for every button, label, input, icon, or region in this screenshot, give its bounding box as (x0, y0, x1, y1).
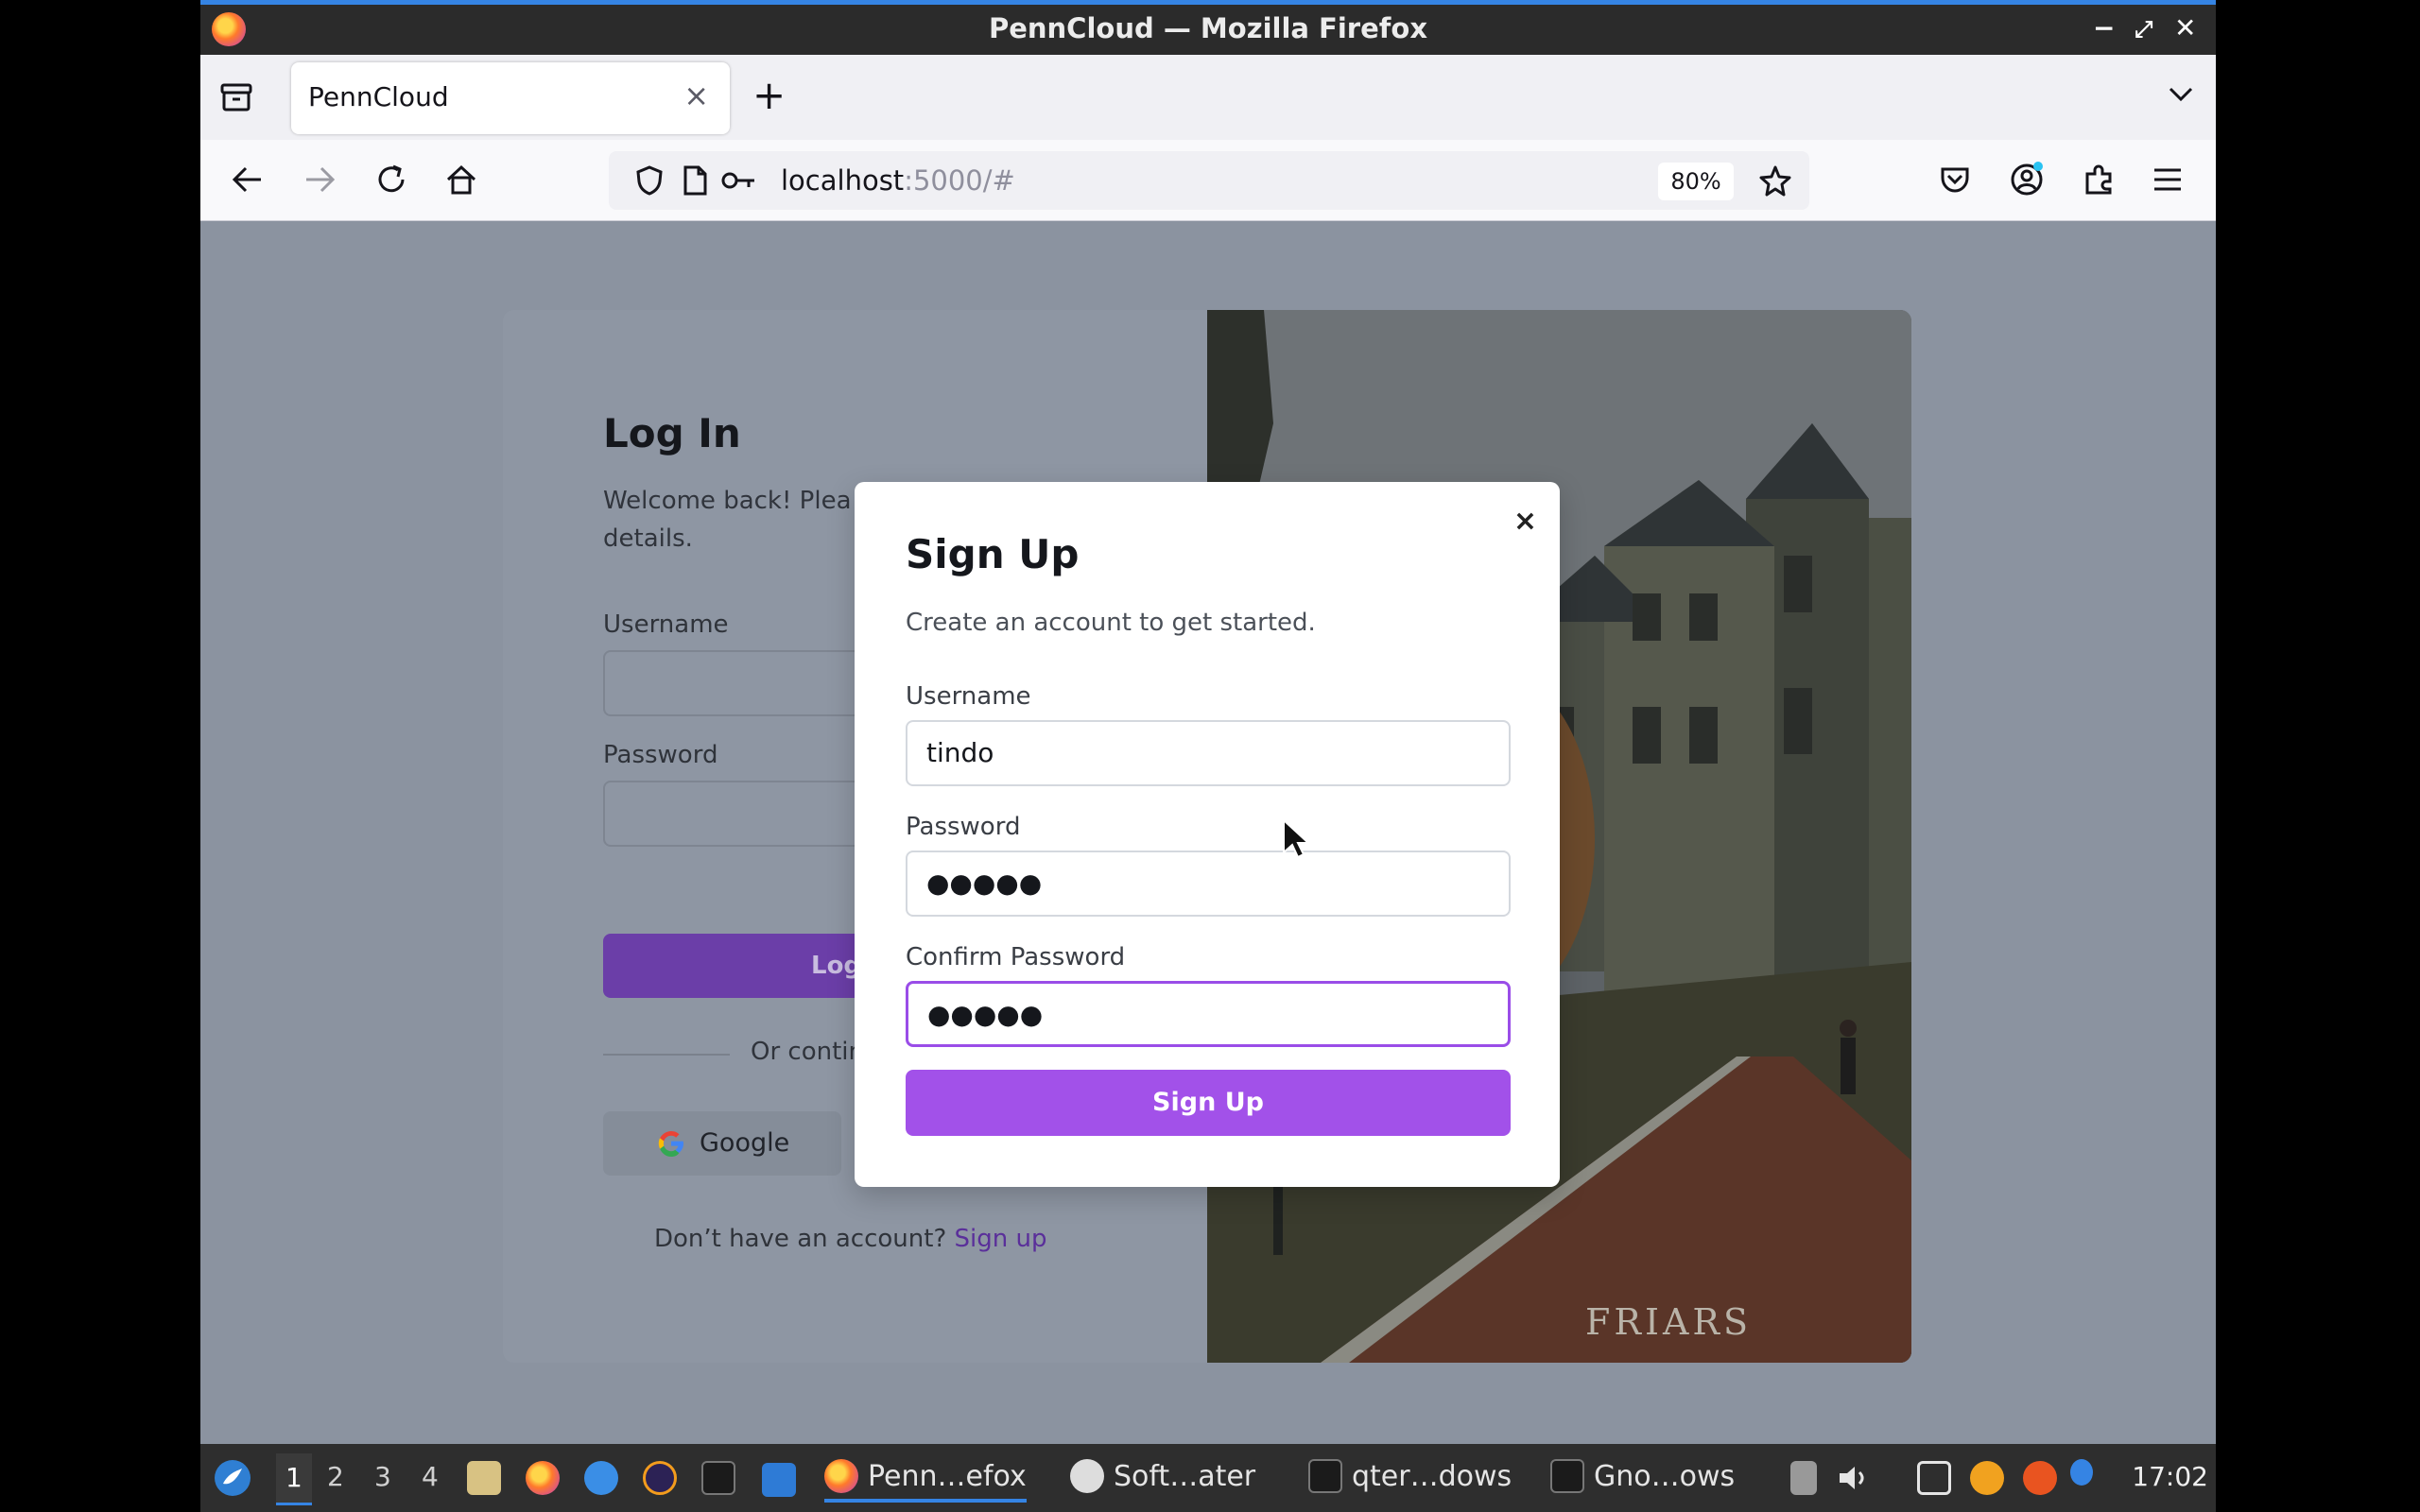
new-tab-button[interactable]: + (752, 72, 786, 118)
navigation-bar: localhost:5000/# 80% (200, 140, 2216, 221)
start-menu-icon[interactable] (212, 1457, 253, 1499)
firefox-window-icon (824, 1459, 858, 1493)
taskbar-window-label: Gno…ows (1594, 1459, 1736, 1493)
eclipse-icon[interactable] (643, 1461, 677, 1495)
updater-window-icon (1070, 1459, 1104, 1493)
notification-icon[interactable] (2070, 1459, 2093, 1486)
screen: PennCloud — Mozilla Firefox − ⤢ ✕ PennCl… (200, 0, 2216, 1512)
workspace-4[interactable]: 4 (422, 1461, 439, 1492)
file-manager-icon[interactable] (467, 1461, 501, 1495)
modal-subtitle: Create an account to get started. (906, 609, 1316, 637)
close-window-button[interactable]: ✕ (2174, 12, 2196, 43)
login-subtitle-line1: Welcome back! Plea (603, 487, 852, 515)
firefox-launcher-icon[interactable] (526, 1461, 560, 1495)
qterminal-window-icon (1308, 1459, 1342, 1493)
taskbar-window-label: Penn…efox (868, 1459, 1027, 1493)
url-path: :5000/# (904, 164, 1015, 197)
tab-close-icon[interactable]: × (683, 77, 709, 113)
url-text[interactable]: localhost:5000/# (781, 164, 1015, 197)
maximize-button[interactable]: ⤢ (2135, 16, 2152, 43)
back-arrow-icon[interactable] (229, 161, 267, 198)
tab-label: PennCloud (308, 81, 449, 112)
signup-confirm-password-label: Confirm Password (906, 943, 1126, 971)
divider-line (603, 1054, 730, 1056)
extensions-puzzle-icon[interactable] (2082, 163, 2116, 197)
page-info-icon[interactable] (681, 164, 709, 197)
account-icon[interactable] (2008, 161, 2046, 198)
url-bar[interactable]: localhost:5000/# 80% (609, 151, 1809, 210)
thunderbird-icon[interactable] (584, 1461, 618, 1495)
workspace-3[interactable]: 3 (374, 1461, 391, 1492)
taskbar-window-firefox[interactable]: Penn…efox (824, 1459, 1027, 1503)
gnome-window-icon (1550, 1459, 1584, 1493)
login-username-label: Username (603, 610, 729, 639)
pocket-icon[interactable] (1938, 163, 1972, 197)
workspace-1[interactable]: 1 (276, 1453, 312, 1505)
google-logo-icon (658, 1131, 683, 1157)
taskbar: 1 2 3 4 Penn…efox Soft…ater qter…dows Gn… (200, 1444, 2216, 1512)
taskbar-window-label: qter…dows (1352, 1459, 1512, 1493)
reload-icon[interactable] (372, 161, 410, 198)
tab-penncloud[interactable]: PennCloud × (291, 62, 730, 134)
key-icon[interactable] (720, 166, 758, 195)
google-label: Google (700, 1128, 790, 1158)
google-login-button[interactable]: Google (603, 1111, 841, 1176)
minimize-button[interactable]: − (2093, 12, 2115, 43)
network-icon[interactable] (1970, 1461, 2004, 1495)
display-icon[interactable] (1917, 1461, 1951, 1495)
bookmark-star-icon[interactable] (1758, 164, 1792, 198)
signup-username-input[interactable]: tindo (906, 720, 1511, 786)
mouse-cursor-icon (1283, 818, 1310, 859)
signup-password-input[interactable]: ●●●●● (906, 850, 1511, 917)
login-subtitle-line2: details. (603, 524, 693, 553)
signup-password-label: Password (906, 813, 1021, 841)
taskbar-window-qterminal[interactable]: qter…dows (1308, 1459, 1512, 1493)
login-password-label: Password (603, 741, 718, 769)
page-content: Log In Welcome back! Plea details. Usern… (200, 221, 2216, 1444)
screen-app-icon[interactable] (762, 1463, 796, 1497)
login-title: Log In (603, 410, 741, 456)
signup-modal: × Sign Up Create an account to get start… (855, 482, 1560, 1187)
signup-confirm-password-input[interactable]: ●●●●● (906, 981, 1511, 1047)
clock: 17:02 (2132, 1461, 2208, 1492)
login-subtitle: Welcome back! Plea details. (603, 482, 887, 558)
window-titlebar: PennCloud — Mozilla Firefox − ⤢ ✕ (200, 0, 2216, 55)
workspace-2[interactable]: 2 (327, 1461, 344, 1492)
taskbar-window-software-updater[interactable]: Soft…ater (1070, 1459, 1255, 1493)
list-all-tabs-chevron-icon[interactable] (2167, 79, 2195, 108)
chalk-friars-text: FRIARS (1585, 1301, 1752, 1343)
forward-arrow-icon[interactable] (301, 161, 338, 198)
firefox-view-icon[interactable] (219, 81, 253, 113)
modal-title: Sign Up (906, 531, 1080, 577)
terminal-icon[interactable] (701, 1461, 735, 1495)
signup-prompt: Don’t have an account? Sign up (654, 1225, 1046, 1253)
tracking-shield-icon[interactable] (633, 164, 666, 197)
modal-close-icon[interactable]: × (1513, 505, 1537, 538)
taskbar-window-label: Soft…ater (1114, 1459, 1256, 1493)
hamburger-menu-icon[interactable] (2152, 164, 2184, 195)
removable-drive-icon[interactable] (1790, 1461, 1817, 1495)
signup-submit-button[interactable]: Sign Up (906, 1070, 1511, 1136)
url-host: localhost (781, 164, 905, 197)
update-notifier-icon[interactable] (2023, 1461, 2057, 1495)
tab-bar: PennCloud × + (200, 55, 2216, 140)
volume-icon[interactable] (1834, 1459, 1872, 1497)
signup-prompt-text: Don’t have an account? (654, 1225, 947, 1253)
zoom-level-badge[interactable]: 80% (1658, 163, 1734, 200)
signup-username-label: Username (906, 682, 1031, 711)
or-continue-text: Or contin (751, 1038, 864, 1066)
home-icon[interactable] (442, 161, 480, 198)
signup-link[interactable]: Sign up (955, 1225, 1047, 1253)
window-title: PennCloud — Mozilla Firefox (988, 12, 1428, 44)
taskbar-window-gnome[interactable]: Gno…ows (1550, 1459, 1735, 1493)
